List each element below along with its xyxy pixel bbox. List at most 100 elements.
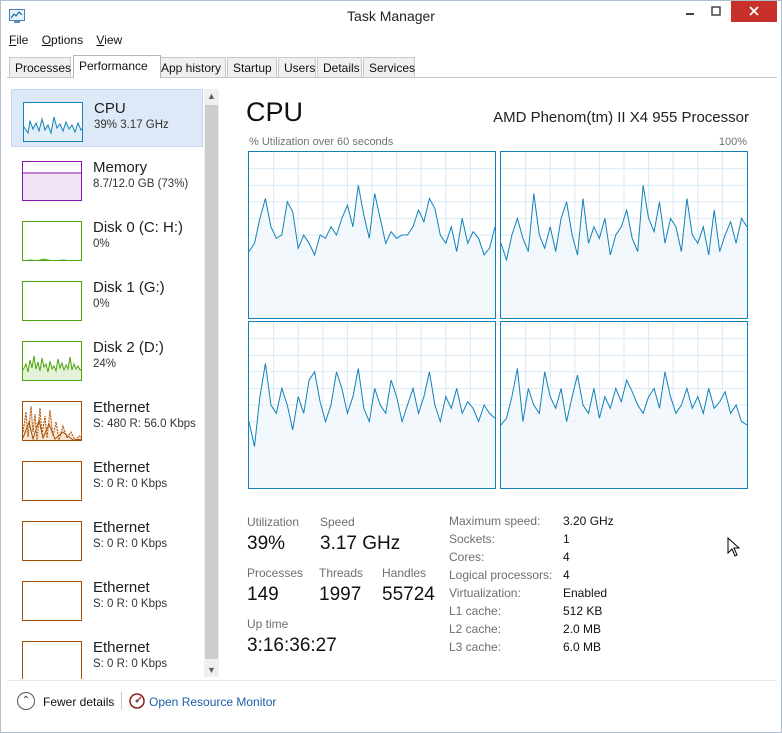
sidebar-item-memory[interactable]: Memory 8.7/12.0 GB (73%) bbox=[11, 149, 203, 207]
sidebar-item-disk-0[interactable]: Disk 0 (C: H:) 0% bbox=[11, 209, 203, 267]
close-button[interactable] bbox=[731, 1, 777, 22]
scroll-up-icon[interactable]: ▲ bbox=[204, 89, 219, 103]
close-icon bbox=[749, 6, 759, 16]
sidebar-item-label: Ethernet bbox=[93, 459, 150, 476]
menu-file[interactable]: File bbox=[9, 33, 28, 47]
spec-value: 512 KB bbox=[563, 604, 603, 618]
resource-sidebar: CPU 39% 3.17 GHz Memory 8.7/12.0 GB (73%… bbox=[11, 87, 203, 679]
sidebar-item-cpu[interactable]: CPU 39% 3.17 GHz bbox=[11, 89, 203, 147]
sidebar-item-ethernet-1[interactable]: Ethernet S: 480 R: 56.0 Kbps bbox=[11, 389, 203, 447]
spec-label: Maximum speed: bbox=[449, 514, 541, 528]
fewer-details-link[interactable]: Fewer details bbox=[43, 695, 114, 709]
spec-label: L3 cache: bbox=[449, 640, 502, 654]
sidebar-item-disk-2[interactable]: Disk 2 (D:) 24% bbox=[11, 329, 203, 387]
sidebar-item-detail: 0% bbox=[93, 238, 110, 250]
core-graph-3[interactable] bbox=[500, 321, 748, 489]
minimize-button[interactable] bbox=[677, 1, 703, 22]
sidebar-item-label: Disk 1 (G:) bbox=[93, 279, 165, 296]
spec-label: Virtualization: bbox=[449, 586, 521, 600]
page-title: CPU bbox=[246, 97, 304, 127]
threads-value: 1997 bbox=[319, 584, 362, 605]
sidebar-item-label: Ethernet bbox=[93, 399, 150, 416]
processor-name: AMD Phenom(tm) II X4 955 Processor bbox=[493, 109, 749, 126]
sidebar-item-ethernet-3[interactable]: Ethernet S: 0 R: 0 Kbps bbox=[11, 509, 203, 567]
core-graph-svg bbox=[249, 152, 495, 318]
sidebar-item-detail: S: 0 R: 0 Kbps bbox=[93, 538, 168, 550]
task-manager-window: Task Manager File Options View Processes… bbox=[0, 0, 782, 733]
ethernet-thumbnail bbox=[22, 401, 82, 441]
ethernet-thumbnail bbox=[22, 521, 82, 561]
tab-users[interactable]: Users bbox=[278, 57, 316, 77]
disk-thumbnail bbox=[22, 341, 82, 381]
handles-value: 55724 bbox=[382, 584, 435, 605]
speed-value: 3.17 GHz bbox=[320, 533, 401, 554]
core-graph-svg bbox=[501, 152, 747, 318]
speed-label: Speed bbox=[320, 515, 355, 529]
tab-services[interactable]: Services bbox=[363, 57, 415, 77]
footer-separator bbox=[121, 692, 122, 710]
chevron-up-icon[interactable]: ⌃ bbox=[17, 692, 35, 710]
spec-value: Enabled bbox=[563, 586, 608, 600]
tab-details[interactable]: Details bbox=[317, 57, 362, 77]
uptime-value: 3:16:36:27 bbox=[247, 635, 337, 656]
spec-label: Cores: bbox=[449, 550, 485, 564]
handles-label: Handles bbox=[382, 566, 427, 580]
spec-label: Logical processors: bbox=[449, 568, 553, 582]
resource-monitor-icon bbox=[129, 693, 145, 709]
maximize-icon bbox=[711, 6, 721, 16]
spec-value: 4 bbox=[563, 568, 570, 582]
spec-label: L2 cache: bbox=[449, 622, 502, 636]
sidebar-item-disk-1[interactable]: Disk 1 (G:) 0% bbox=[11, 269, 203, 327]
tab-app-history[interactable]: App history bbox=[155, 57, 226, 77]
threads-label: Threads bbox=[319, 566, 364, 580]
sidebar-item-detail: 39% 3.17 GHz bbox=[94, 119, 169, 131]
sidebar-item-label: Ethernet bbox=[93, 519, 150, 536]
window-title: Task Manager bbox=[347, 8, 435, 24]
sidebar-item-label: CPU bbox=[94, 100, 126, 117]
scroll-down-icon[interactable]: ▼ bbox=[204, 663, 219, 677]
sidebar-item-detail: 24% bbox=[93, 358, 117, 370]
sidebar-item-label: Ethernet bbox=[93, 579, 150, 596]
ethernet-thumbnail bbox=[22, 581, 82, 621]
open-resource-monitor-link[interactable]: Open Resource Monitor bbox=[149, 695, 276, 709]
core-graph-0[interactable] bbox=[248, 151, 496, 319]
core-graph-2[interactable] bbox=[248, 321, 496, 489]
sidebar-scrollbar[interactable]: ▲ ▼ bbox=[204, 89, 219, 677]
sidebar-item-detail: S: 0 R: 0 Kbps bbox=[93, 658, 168, 670]
sidebar-item-label: Disk 2 (D:) bbox=[93, 339, 164, 356]
sidebar-item-detail: 0% bbox=[93, 298, 110, 310]
menu-options[interactable]: Options bbox=[42, 33, 83, 47]
tab-startup[interactable]: Startup bbox=[227, 57, 277, 77]
tab-performance[interactable]: Performance bbox=[73, 55, 161, 78]
sidebar-item-detail: 8.7/12.0 GB (73%) bbox=[93, 178, 189, 190]
disk-thumbnail bbox=[22, 221, 82, 261]
ethernet-thumbnail bbox=[22, 461, 82, 501]
spec-label: Sockets: bbox=[449, 532, 496, 546]
menu-view[interactable]: View bbox=[96, 33, 122, 47]
footer-divider bbox=[7, 680, 777, 681]
spec-value: 1 bbox=[563, 532, 570, 546]
scroll-thumb[interactable] bbox=[205, 105, 218, 659]
core-graph-1[interactable] bbox=[500, 151, 748, 319]
title-bar: Task Manager bbox=[1, 1, 781, 31]
utilization-value: 39% bbox=[247, 533, 286, 554]
sidebar-item-ethernet-2[interactable]: Ethernet S: 0 R: 0 Kbps bbox=[11, 449, 203, 507]
sidebar-item-label: Disk 0 (C: H:) bbox=[93, 219, 183, 236]
graph-max-label: 100% bbox=[718, 136, 747, 148]
graph-caption: % Utilization over 60 seconds bbox=[249, 136, 394, 148]
cpu-thumbnail bbox=[23, 102, 83, 142]
memory-thumbnail bbox=[22, 161, 82, 201]
maximize-button[interactable] bbox=[703, 1, 729, 22]
tab-processes[interactable]: Processes bbox=[9, 57, 71, 77]
sidebar-item-detail: S: 0 R: 0 Kbps bbox=[93, 478, 168, 490]
processes-value: 149 bbox=[247, 584, 279, 605]
sidebar-item-ethernet-5[interactable]: Ethernet S: 0 R: 0 Kbps bbox=[11, 629, 203, 679]
spec-value: 4 bbox=[563, 550, 570, 564]
sidebar-item-label: Ethernet bbox=[93, 639, 150, 656]
disk-thumbnail bbox=[22, 281, 82, 321]
sidebar-item-label: Memory bbox=[93, 159, 148, 176]
sidebar-item-ethernet-4[interactable]: Ethernet S: 0 R: 0 Kbps bbox=[11, 569, 203, 627]
utilization-label: Utilization bbox=[247, 515, 300, 529]
spec-label: L1 cache: bbox=[449, 604, 502, 618]
core-graph-svg bbox=[501, 322, 747, 488]
